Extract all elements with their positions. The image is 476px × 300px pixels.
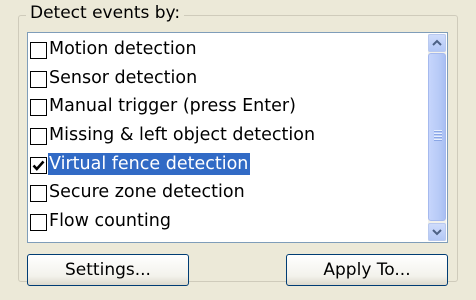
- apply-to-button[interactable]: Apply To...: [286, 254, 448, 286]
- chevron-up-icon: [432, 39, 442, 46]
- list-item-secure-zone[interactable]: Secure zone detection: [28, 178, 428, 207]
- checkmark-icon: [32, 160, 45, 171]
- checkbox[interactable]: [30, 185, 47, 203]
- grip-line: [434, 139, 442, 140]
- item-label: Motion detection: [49, 39, 197, 60]
- checkbox[interactable]: [30, 70, 47, 88]
- grip-line: [434, 136, 442, 137]
- item-label: Flow counting: [49, 210, 171, 231]
- list-item-sensor-detection[interactable]: Sensor detection: [28, 64, 428, 93]
- item-label: Sensor detection: [49, 67, 198, 88]
- scroll-up-button[interactable]: [428, 34, 446, 52]
- item-label: Secure zone detection: [49, 182, 245, 203]
- events-listbox[interactable]: Motion detection Sensor detection Manual…: [27, 32, 448, 243]
- checkbox[interactable]: [30, 128, 47, 146]
- item-label: Virtual fence detection: [48, 152, 251, 175]
- groupbox-title: Detect events by:: [26, 3, 185, 23]
- list-item-motion-detection[interactable]: Motion detection: [28, 35, 428, 64]
- checkbox[interactable]: [30, 42, 47, 60]
- list-item-manual-trigger[interactable]: Manual trigger (press Enter): [28, 92, 428, 121]
- scroll-down-button[interactable]: [428, 223, 446, 241]
- item-label: Missing & left object detection: [49, 125, 316, 146]
- settings-button[interactable]: Settings...: [27, 254, 189, 286]
- list-item-flow-counting[interactable]: Flow counting: [28, 207, 428, 236]
- grip-line: [434, 133, 442, 134]
- checkbox[interactable]: [30, 213, 47, 231]
- grip-line: [434, 130, 442, 131]
- checkbox[interactable]: [30, 99, 47, 117]
- item-label: Manual trigger (press Enter): [49, 96, 296, 117]
- scroll-thumb[interactable]: [428, 53, 446, 221]
- chevron-down-icon: [432, 229, 442, 236]
- vertical-scrollbar[interactable]: [428, 34, 446, 241]
- checkbox-checked[interactable]: [30, 156, 47, 174]
- list-item-virtual-fence[interactable]: Virtual fence detection: [28, 149, 428, 178]
- events-list: Motion detection Sensor detection Manual…: [28, 35, 428, 235]
- list-item-missing-left-object[interactable]: Missing & left object detection: [28, 121, 428, 150]
